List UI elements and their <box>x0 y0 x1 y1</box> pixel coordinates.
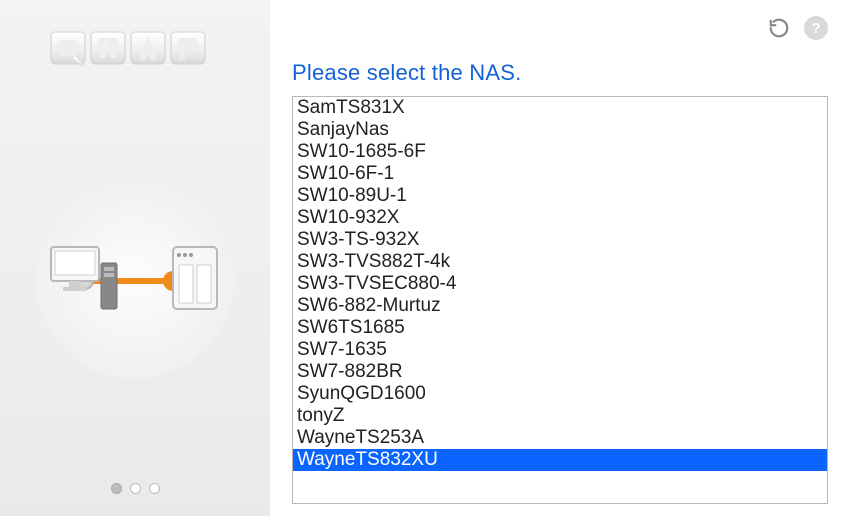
list-item[interactable]: SW3-TS-932X <box>293 229 827 251</box>
nas-list-scroll[interactable]: SamTS831XSanjayNasSW10-1685-6FSW10-6F-1S… <box>293 97 827 503</box>
pager-dot[interactable] <box>111 483 122 494</box>
help-icon[interactable]: ? <box>804 16 828 40</box>
list-item[interactable]: SW10-932X <box>293 207 827 229</box>
list-item[interactable]: SW7-882BR <box>293 361 827 383</box>
list-item[interactable]: SW10-6F-1 <box>293 163 827 185</box>
list-item[interactable]: tonyZ <box>293 405 827 427</box>
main-panel: ? Please select the NAS. SamTS831XSanjay… <box>270 0 846 516</box>
pager-dot[interactable] <box>130 483 141 494</box>
list-item[interactable]: SamTS831X <box>293 97 827 119</box>
list-item[interactable]: SW6-882-Murtuz <box>293 295 827 317</box>
list-item[interactable]: SW6TS1685 <box>293 317 827 339</box>
nas-list[interactable]: SamTS831XSanjayNasSW10-1685-6FSW10-6F-1S… <box>292 96 828 504</box>
list-item[interactable]: SW3-TVS882T-4k <box>293 251 827 273</box>
brand-logo <box>45 26 225 75</box>
step-pager <box>111 483 160 494</box>
topbar: ? <box>292 14 828 42</box>
list-item[interactable]: WayneTS832XU <box>293 449 827 471</box>
illustration <box>0 75 270 483</box>
list-item[interactable]: SW7-1635 <box>293 339 827 361</box>
sidebar <box>0 0 270 516</box>
list-item[interactable]: SanjayNas <box>293 119 827 141</box>
list-item[interactable]: SW10-1685-6F <box>293 141 827 163</box>
list-item[interactable]: SW3-TVSEC880-4 <box>293 273 827 295</box>
help-glyph: ? <box>804 16 828 40</box>
pager-dot[interactable] <box>149 483 160 494</box>
page-title: Please select the NAS. <box>292 60 828 86</box>
list-item[interactable]: WayneTS253A <box>293 427 827 449</box>
pc-to-nas-icon <box>45 229 225 329</box>
refresh-icon[interactable] <box>768 17 790 39</box>
list-item[interactable]: SyunQGD1600 <box>293 383 827 405</box>
list-item[interactable]: SW10-89U-1 <box>293 185 827 207</box>
app-root: ? Please select the NAS. SamTS831XSanjay… <box>0 0 846 516</box>
